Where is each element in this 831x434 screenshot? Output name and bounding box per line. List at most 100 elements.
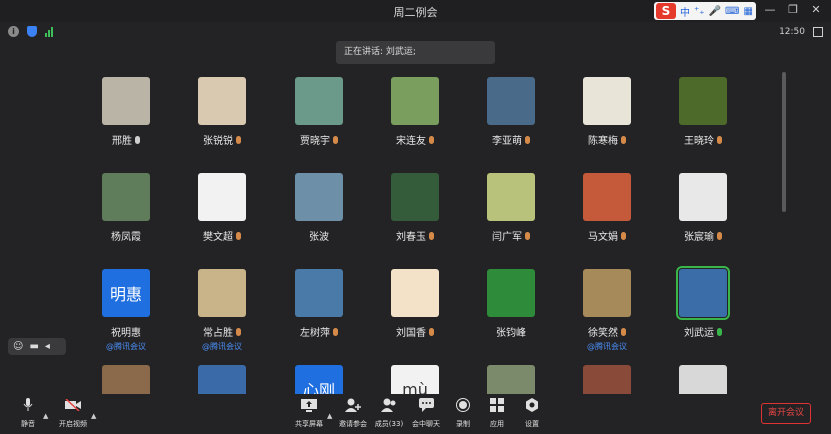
participant-avatar — [102, 77, 150, 125]
reaction-bar: ☺ ▬ ◂ — [8, 338, 66, 355]
share-screen-button[interactable]: 共享屏幕 — [289, 398, 329, 429]
participant-name-row: 贾晓宇 — [283, 132, 355, 147]
invite-button[interactable]: 邀请参会 — [333, 398, 373, 429]
sogou-logo-icon[interactable]: S — [656, 3, 676, 19]
participant-name-row: 左树萍 — [283, 324, 355, 339]
info-icon[interactable]: i — [8, 26, 19, 37]
participant-name: 张锐锐 — [203, 136, 233, 147]
participant-name-row: 杨凤霞 — [90, 228, 162, 243]
restore-button[interactable]: ❐ — [785, 3, 801, 16]
video-button[interactable]: 开启视频 — [53, 398, 93, 429]
ime-toolbar[interactable]: S 中 ⁺₊ 🎤 ⌨ ▦ — [654, 2, 756, 20]
participant-tile[interactable]: 王晓玲 — [667, 74, 739, 164]
minimize-button[interactable]: — — [762, 3, 778, 16]
bottom-toolbar: 静音 ▲ 开启视频 ▲ 共享屏幕 ▲ 邀请参会 成员(33) 会中聊天 录制 应… — [0, 394, 831, 434]
ime-menu-icon[interactable]: ▦ — [743, 6, 752, 17]
participant-tile[interactable]: 闫广军 — [475, 170, 547, 260]
mic-muted-icon — [236, 135, 241, 144]
participant-tile[interactable]: 李亚萌 — [475, 74, 547, 164]
participant-name: 宋连友 — [396, 136, 426, 147]
participant-tile[interactable]: 宋连友 — [379, 74, 451, 164]
grid-scrollbar[interactable] — [782, 72, 786, 212]
participant-tile[interactable]: 张锐锐 — [186, 74, 258, 164]
settings-button[interactable]: 设置 — [512, 398, 552, 429]
members-button[interactable]: 成员(33) — [369, 398, 409, 429]
participant-tile[interactable]: 张波 — [283, 170, 355, 260]
participant-avatar: 明惠 — [102, 269, 150, 317]
apps-icon — [489, 398, 505, 412]
participant-tile[interactable]: 张钧峰 — [475, 266, 547, 356]
ime-punct-icon[interactable]: ⁺₊ — [694, 6, 705, 17]
security-shield-icon[interactable] — [27, 26, 37, 37]
apps-button[interactable]: 应用 — [477, 398, 517, 429]
participant-avatar — [487, 269, 535, 317]
participant-name: 刘武运 — [684, 328, 714, 339]
participant-tile[interactable]: 张宸瑜 — [667, 170, 739, 260]
participant-avatar — [391, 77, 439, 125]
close-button[interactable]: ✕ — [808, 3, 824, 16]
settings-label: 设置 — [525, 420, 539, 428]
participant-name: 张钧峰 — [496, 328, 526, 339]
invite-label: 邀请参会 — [339, 420, 367, 428]
record-icon — [455, 398, 471, 412]
chat-button[interactable]: 会中聊天 — [406, 398, 446, 429]
participant-avatar — [583, 269, 631, 317]
participant-tile[interactable]: 徐笑然 @腾讯会议 — [571, 266, 643, 356]
participant-name-row: 樊文超 — [186, 228, 258, 243]
chat-icon — [418, 398, 434, 412]
chat-bubble-icon[interactable]: ▬ — [29, 341, 38, 352]
participant-name: 王晓玲 — [684, 136, 714, 147]
participant-tile[interactable]: 陈寒梅 — [571, 74, 643, 164]
participant-avatar — [487, 173, 535, 221]
participant-name-row: 徐笑然 — [571, 324, 643, 339]
participant-name: 陈寒梅 — [588, 136, 618, 147]
participant-tile[interactable]: 明惠 祝明惠 @腾讯会议 — [90, 266, 162, 356]
settings-gear-icon — [524, 398, 540, 412]
signal-strength-icon[interactable] — [45, 26, 53, 37]
participant-name: 杨凤霞 — [111, 232, 141, 243]
share-screen-icon — [301, 398, 317, 412]
participant-name: 邢胜 — [112, 136, 132, 147]
video-off-icon — [65, 398, 81, 412]
participant-name: 张宸瑜 — [684, 232, 714, 243]
participant-tile[interactable]: 杨凤霞 — [90, 170, 162, 260]
participant-avatar — [676, 266, 730, 320]
fullscreen-icon[interactable] — [813, 27, 823, 37]
share-options-caret-icon[interactable]: ▲ — [327, 412, 332, 420]
participant-name: 马文娟 — [588, 232, 618, 243]
participant-tile[interactable]: 贾晓宇 — [283, 74, 355, 164]
mic-muted-icon — [717, 135, 722, 144]
participant-avatar — [198, 173, 246, 221]
participant-name: 樊文超 — [203, 232, 233, 243]
participant-name-row: 祝明惠 — [90, 324, 162, 339]
audio-options-caret-icon[interactable]: ▲ — [43, 412, 48, 420]
participant-avatar — [391, 269, 439, 317]
ime-lang-toggle[interactable]: 中 — [680, 4, 690, 19]
participant-tile[interactable]: 马文娟 — [571, 170, 643, 260]
ime-voice-icon[interactable]: 🎤 — [709, 6, 721, 17]
mic-icon — [135, 135, 140, 144]
participant-tile[interactable]: 常占胜 @腾讯会议 — [186, 266, 258, 356]
mic-muted-icon — [333, 327, 338, 336]
mic-muted-icon — [429, 327, 434, 336]
participant-avatar — [295, 269, 343, 317]
participant-name-row: 张锐锐 — [186, 132, 258, 147]
mute-button[interactable]: 静音 — [8, 398, 48, 429]
participant-tile[interactable]: 刘武运 — [667, 266, 739, 356]
video-options-caret-icon[interactable]: ▲ — [91, 412, 96, 420]
participant-name: 刘春玉 — [396, 232, 426, 243]
participant-tile[interactable]: 刘春玉 — [379, 170, 451, 260]
emoji-icon[interactable]: ☺ — [13, 341, 23, 352]
mic-muted-icon — [236, 327, 241, 336]
ime-keyboard-icon[interactable]: ⌨ — [725, 6, 739, 17]
participant-tile[interactable]: 刘国香 — [379, 266, 451, 356]
participant-name-row: 张波 — [283, 228, 355, 243]
leave-meeting-button[interactable]: 离开会议 — [761, 403, 811, 424]
participant-name: 闫广军 — [492, 232, 522, 243]
participant-tile[interactable]: 樊文超 — [186, 170, 258, 260]
collapse-arrow-icon[interactable]: ◂ — [45, 341, 50, 352]
participant-tile[interactable]: 左树萍 — [283, 266, 355, 356]
video-label: 开启视频 — [59, 420, 87, 428]
participant-name-row: 张宸瑜 — [667, 228, 739, 243]
participant-tile[interactable]: 邢胜 — [90, 74, 162, 164]
